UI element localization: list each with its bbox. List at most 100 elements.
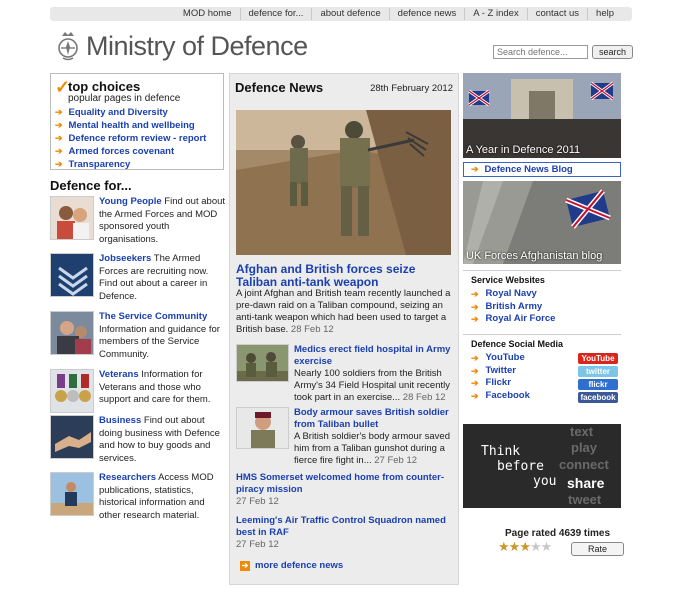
blog-link-label: Defence News Blog [484, 164, 573, 175]
lead-story-image[interactable] [236, 110, 451, 255]
news-date-label: 27 Feb 12 [374, 455, 418, 466]
think-word: tweet [568, 492, 602, 507]
news-story: HMS Somerset welcomed home from counter-… [236, 472, 458, 508]
defence-for-business: Business Find out about doing business w… [50, 415, 226, 465]
young-people-link[interactable]: Young People [99, 196, 162, 207]
arrow-icon: ➔ [471, 314, 479, 325]
arrow-icon: ➔ [55, 133, 63, 143]
top-choice-link[interactable]: Defence reform review - report [69, 132, 207, 145]
lead-story-date: 28 Feb 12 [290, 324, 334, 335]
search-input[interactable] [493, 45, 588, 59]
youtube-link[interactable]: YouTube [486, 352, 525, 365]
more-news-link[interactable]: ➔ more defence news [240, 560, 343, 571]
news-headline[interactable]: Leeming's Air Traffic Control Squadron n… [236, 515, 458, 539]
youtube-icon[interactable]: YouTube [578, 353, 618, 364]
think-share-word: share [567, 475, 605, 491]
year-in-defence-promo[interactable]: A Year in Defence 2011 [463, 73, 621, 158]
top-choice-link[interactable]: Equality and Diversity [69, 106, 168, 119]
defence-for-researchers: Researchers Access MOD publications, sta… [50, 472, 226, 522]
soldier-thumbnail[interactable] [236, 407, 289, 449]
business-link[interactable]: Business [99, 415, 141, 426]
service-websites: Service Websites ➔ Royal Navy ➔ British Ar… [463, 270, 621, 330]
list-item: ➔ British Army [471, 301, 621, 314]
lead-story-summary: A joint Afghan and British team recently… [236, 288, 458, 336]
think-before-you-share-banner[interactable]: Think before you text play connect share… [463, 424, 621, 508]
flickr-link[interactable]: Flickr [486, 377, 511, 390]
list-item: ➔ Transparency [55, 158, 206, 171]
news-date-label: 28 Feb 12 [402, 392, 446, 403]
news-headline[interactable]: HMS Somerset welcomed home from counter-… [236, 472, 458, 496]
think-word: before [497, 459, 544, 474]
lead-story-text: A joint Afghan and British team recently… [236, 288, 451, 335]
star-filled-icon[interactable]: ★ [519, 539, 531, 554]
list-item: ➔ Defence reform review - report [55, 132, 206, 145]
think-word: text [570, 424, 594, 439]
royal-navy-link[interactable]: Royal Navy [486, 288, 537, 301]
afghanistan-blog-caption: UK Forces Afghanistan blog [466, 250, 603, 262]
researchers-thumbnail[interactable] [50, 472, 94, 516]
top-choice-link[interactable]: Mental health and wellbeing [69, 119, 195, 132]
defence-for-service-community: The Service Community Information and gu… [50, 311, 226, 361]
royal-air-force-link[interactable]: Royal Air Force [486, 313, 556, 326]
news-date: 28th February 2012 [370, 83, 453, 94]
afghanistan-blog-promo[interactable]: UK Forces Afghanistan blog [463, 181, 621, 264]
defence-for-jobseekers: Jobseekers The Armed Forces are recruiti… [50, 253, 226, 303]
crest-icon [58, 32, 78, 61]
top-choice-link[interactable]: Armed forces covenant [69, 145, 175, 158]
service-community-text: Information and guidance for members of … [99, 323, 220, 360]
top-choices-title: top choices [68, 79, 141, 94]
defence-news-blog-link[interactable]: ➔ Defence News Blog [463, 162, 621, 177]
twitter-icon[interactable]: twitter [578, 366, 618, 377]
think-word: Think [481, 444, 521, 459]
medics-thumbnail[interactable] [236, 344, 289, 382]
arrow-icon: ➔ [471, 164, 479, 174]
lead-story-headline[interactable]: Afghan and British forces seize Taliban … [236, 263, 456, 288]
jobseekers-thumbnail[interactable] [50, 253, 94, 297]
site-logo[interactable]: Ministry of Defence [56, 30, 308, 62]
researchers-link[interactable]: Researchers [99, 472, 156, 483]
think-left-text: Think before you [481, 444, 556, 489]
arrow-icon: ➔ [471, 378, 479, 389]
nav-help[interactable]: help [587, 8, 622, 20]
star-rating[interactable]: ★★★★★ [498, 539, 553, 555]
twitter-link[interactable]: Twitter [486, 365, 516, 378]
british-army-link[interactable]: British Army [486, 301, 543, 314]
news-headline[interactable]: Body armour saves British soldier from T… [294, 407, 458, 431]
arrow-icon: ➔ [471, 365, 479, 376]
nav-a-z-index[interactable]: A - Z index [464, 8, 526, 20]
jobseekers-link[interactable]: Jobseekers [99, 253, 151, 264]
year-in-defence-caption: A Year in Defence 2011 [466, 144, 581, 156]
facebook-link[interactable]: Facebook [486, 390, 530, 403]
service-community-link[interactable]: The Service Community [99, 311, 207, 322]
facebook-icon[interactable]: facebook [578, 392, 618, 403]
search-button[interactable]: search [592, 45, 634, 59]
service-community-thumbnail[interactable] [50, 311, 94, 355]
news-story: Body armour saves British soldier from T… [236, 407, 458, 466]
social-media: Defence Social Media ➔ YouTube ➔ Twitter ➔… [463, 334, 621, 408]
flickr-icon[interactable]: flickr [578, 379, 618, 390]
arrow-icon: ➔ [55, 146, 63, 156]
news-heading: Defence News [235, 80, 324, 95]
star-empty-icon[interactable]: ★ [530, 539, 542, 554]
nav-mod-home[interactable]: MOD home [175, 8, 240, 20]
veterans-thumbnail[interactable] [50, 369, 94, 413]
arrow-icon: ➔ [55, 120, 63, 130]
list-item: ➔ Royal Air Force [471, 313, 621, 326]
nav-about-defence[interactable]: about defence [311, 8, 388, 20]
service-websites-title: Service Websites [471, 275, 545, 285]
nav-contact-us[interactable]: contact us [526, 8, 587, 20]
defence-for-veterans: Veterans Information for Veterans and th… [50, 369, 226, 419]
rate-button[interactable]: Rate [571, 542, 624, 556]
business-thumbnail[interactable] [50, 415, 94, 459]
news-summary-text: A British soldier's body armour saved hi… [294, 431, 450, 466]
veterans-link[interactable]: Veterans [99, 369, 139, 380]
nav-defence-for[interactable]: defence for... [239, 8, 312, 20]
nav-defence-news[interactable]: defence news [388, 8, 465, 20]
top-choice-link[interactable]: Transparency [69, 158, 131, 171]
star-filled-icon[interactable]: ★ [509, 539, 521, 554]
news-headline[interactable]: Medics erect field hospital in Army exer… [294, 344, 458, 368]
arrow-icon: ➔ [55, 107, 63, 117]
star-filled-icon[interactable]: ★ [498, 539, 510, 554]
star-empty-icon[interactable]: ★ [541, 539, 553, 554]
young-people-thumbnail[interactable] [50, 196, 94, 240]
